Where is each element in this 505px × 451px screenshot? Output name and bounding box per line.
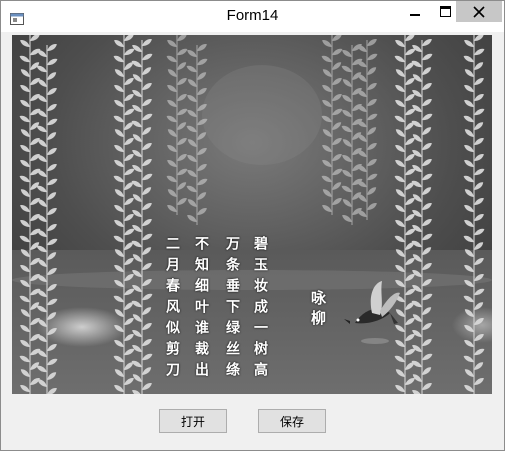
poem-line-1: 碧玉妆成一树高 xyxy=(252,236,268,383)
maximize-icon xyxy=(439,6,451,17)
poem-line-3: 不知细叶谁裁出 xyxy=(193,236,209,383)
close-icon xyxy=(473,5,485,18)
minimize-icon xyxy=(410,13,420,16)
open-button[interactable]: 打开 xyxy=(159,409,227,433)
poem-line-2: 万条垂下绿丝绦 xyxy=(224,236,240,383)
title-bar[interactable]: Form14 xyxy=(1,1,504,32)
picture-box: 碧玉妆成一树高 万条垂下绿丝绦 不知细叶谁裁出 二月春风似剪刀 咏柳 xyxy=(12,35,492,394)
poem-title: 咏柳 xyxy=(309,290,327,330)
poem-line-4: 二月春风似剪刀 xyxy=(164,236,180,383)
minimize-button[interactable] xyxy=(398,1,432,22)
form-window: Form14 碧玉妆成一树高 万条垂下绿丝绦 不知细叶谁裁出 二月春风似剪刀 咏… xyxy=(0,0,505,451)
save-button[interactable]: 保存 xyxy=(258,409,326,433)
close-button[interactable] xyxy=(456,1,502,22)
